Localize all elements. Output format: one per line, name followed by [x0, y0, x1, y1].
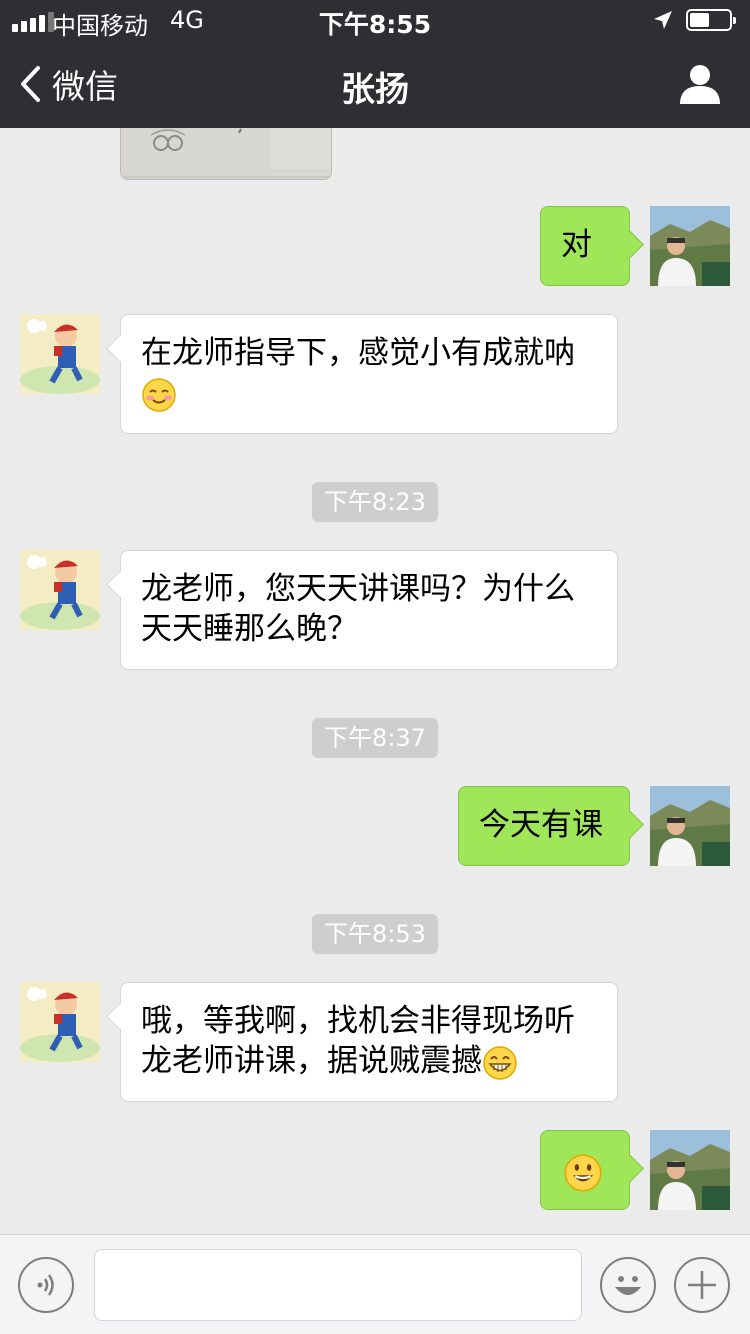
status-bar: 中国移动 4G 下午8:55: [0, 0, 750, 40]
message-bubble[interactable]: [540, 1130, 630, 1210]
plus-icon: [688, 1271, 716, 1299]
smile-emoji: [563, 1153, 603, 1193]
message-bubble[interactable]: 对: [540, 206, 630, 286]
my-avatar[interactable]: [650, 1130, 730, 1210]
message-bubble[interactable]: 龙老师，您天天讲课吗？为什么天天睡那么晚？: [120, 550, 618, 670]
message-text: 龙老师，您天天讲课吗？为什么天天睡那么晚？: [141, 571, 575, 647]
emoji-button[interactable]: [600, 1257, 656, 1313]
my-avatar[interactable]: [650, 206, 730, 286]
message-text: 对: [561, 227, 592, 263]
chat-history[interactable]: 对 在龙师指导下，感觉小有成就呐 下午8:23 龙老师，您天天讲课吗？为什么天天…: [0, 128, 750, 1234]
person-icon[interactable]: [678, 64, 722, 104]
emoji-face-icon: [615, 1276, 641, 1295]
input-bar: [0, 1234, 750, 1334]
timestamp: 下午8:37: [312, 718, 438, 758]
contact-avatar[interactable]: [20, 550, 100, 630]
nav-bar: 微信 张扬: [0, 40, 750, 128]
message-bubble[interactable]: 今天有课: [458, 786, 630, 866]
timestamp: 下午8:23: [312, 482, 438, 522]
voice-button[interactable]: [18, 1257, 74, 1313]
message-bubble[interactable]: 在龙师指导下，感觉小有成就呐: [120, 314, 618, 434]
message-bubble[interactable]: 哦，等我啊，找机会非得现场听龙老师讲课，据说贼震撼: [120, 982, 618, 1102]
chat-title: 张扬: [341, 70, 409, 110]
status-time: 下午8:55: [318, 10, 432, 39]
message-text: 在龙师指导下，感觉小有成就呐: [141, 335, 575, 371]
message-text: 今天有课: [479, 807, 603, 843]
contact-avatar[interactable]: [20, 982, 100, 1062]
image-message[interactable]: [120, 128, 332, 180]
header: 中国移动 4G 下午8:55 微信 张扬: [0, 0, 750, 128]
timestamp: 下午8:53: [312, 914, 438, 954]
my-avatar[interactable]: [650, 786, 730, 866]
location-arrow-icon: [654, 11, 672, 29]
message-input[interactable]: [94, 1249, 582, 1321]
contact-avatar[interactable]: [20, 314, 100, 394]
voice-icon: [37, 1274, 54, 1296]
more-button[interactable]: [674, 1257, 730, 1313]
grin-emoji: [482, 1045, 518, 1081]
blush-smile-emoji: [141, 377, 177, 413]
battery-icon: [686, 9, 736, 31]
